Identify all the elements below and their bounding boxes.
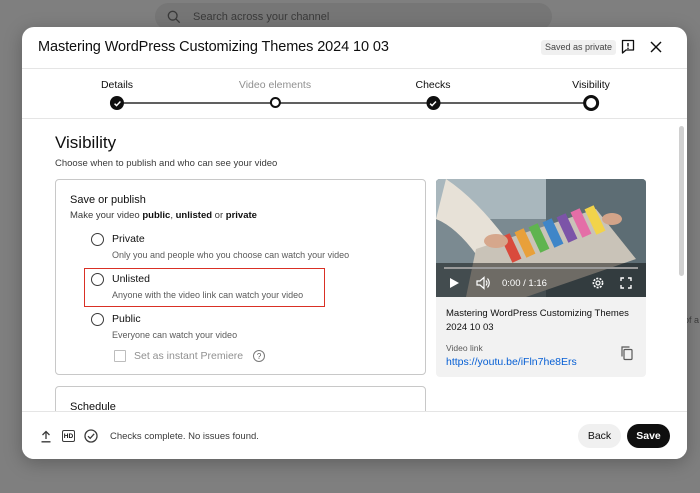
feedback-icon[interactable] (619, 38, 637, 56)
video-time: 0:00 / 1:16 (502, 278, 547, 289)
video-title: Mastering WordPress Customizing Themes 2… (446, 308, 629, 333)
step-label: Details (100, 79, 134, 91)
check-icon (425, 96, 440, 110)
premiere-label: Set as instant Premiere (134, 350, 244, 362)
stepper-track (117, 102, 591, 104)
settings-gear-icon[interactable] (591, 276, 605, 290)
public-radio[interactable] (91, 313, 104, 326)
save-or-publish-panel: Save or publish Make your video public, … (55, 179, 426, 375)
checks-complete-icon[interactable] (84, 429, 98, 443)
private-radio[interactable] (91, 233, 104, 246)
dialog-title: Mastering WordPress Customizing Themes 2… (38, 39, 389, 55)
option-label: Private (112, 233, 145, 245)
step-ring-icon (269, 97, 281, 108)
step-label: Video elements (238, 79, 312, 91)
video-player[interactable]: 0:00 / 1:16 (436, 179, 646, 297)
search-icon (167, 10, 181, 23)
check-icon (109, 96, 124, 110)
section-subtitle: Choose when to publish and who can see y… (55, 158, 278, 169)
help-icon[interactable]: ? (253, 350, 266, 362)
premiere-checkbox[interactable] (114, 350, 126, 362)
volume-icon[interactable] (476, 276, 491, 290)
dialog-content: Visibility Choose when to publish and wh… (22, 120, 687, 411)
panel-subtitle: Make your video public, unlisted or priv… (70, 210, 257, 221)
video-link[interactable]: https://youtu.be/iFln7he8Ers (446, 356, 577, 368)
play-icon[interactable] (448, 277, 460, 289)
option-description: Anyone with the video link can watch you… (112, 290, 304, 300)
checks-status-text: Checks complete. No issues found. (110, 431, 259, 442)
dialog-footer: HD Checks complete. No issues found. Bac… (22, 411, 687, 459)
back-button[interactable]: Back (578, 424, 621, 448)
panel-title: Save or publish (70, 194, 146, 206)
step-visibility[interactable]: Visibility (572, 79, 610, 111)
save-button[interactable]: Save (627, 424, 670, 448)
visibility-dialog: Mastering WordPress Customizing Themes 2… (22, 27, 687, 459)
saved-status-badge: Saved as private (541, 40, 617, 55)
schedule-panel[interactable]: Schedule (55, 386, 426, 411)
option-description: Everyone can watch your video (112, 330, 238, 340)
step-video-elements[interactable]: Video elements (239, 79, 311, 108)
option-label: Unlisted (112, 273, 150, 285)
video-preview-card: 0:00 / 1:16 Mastering WordPress Customiz… (436, 179, 646, 377)
step-details[interactable]: Details (101, 79, 133, 110)
upload-icon[interactable] (39, 429, 53, 443)
instant-premiere-option[interactable]: Set as instant Premiere ? (114, 350, 266, 362)
close-icon[interactable] (647, 38, 665, 56)
step-label: Checks (415, 79, 451, 91)
copy-icon[interactable] (619, 345, 635, 361)
unlisted-radio[interactable] (91, 273, 104, 286)
hd-icon[interactable]: HD (62, 430, 75, 442)
channel-search-bar: Search across your channel (155, 3, 552, 30)
search-placeholder: Search across your channel (193, 10, 330, 23)
section-title: Visibility (55, 133, 117, 152)
video-link-label: Video link (446, 343, 483, 353)
step-checks[interactable]: Checks (415, 79, 451, 110)
schedule-title: Schedule (70, 401, 116, 411)
fullscreen-icon[interactable] (620, 277, 632, 289)
dialog-header: Mastering WordPress Customizing Themes 2… (22, 27, 687, 69)
content-scrollbar[interactable] (679, 126, 684, 276)
current-step-icon (582, 95, 599, 111)
option-description: Only you and people who you choose can w… (112, 250, 350, 260)
step-label: Visibility (572, 79, 610, 91)
option-label: Public (112, 313, 141, 325)
upload-stepper: Details Video elements Checks Visibility (22, 69, 687, 119)
